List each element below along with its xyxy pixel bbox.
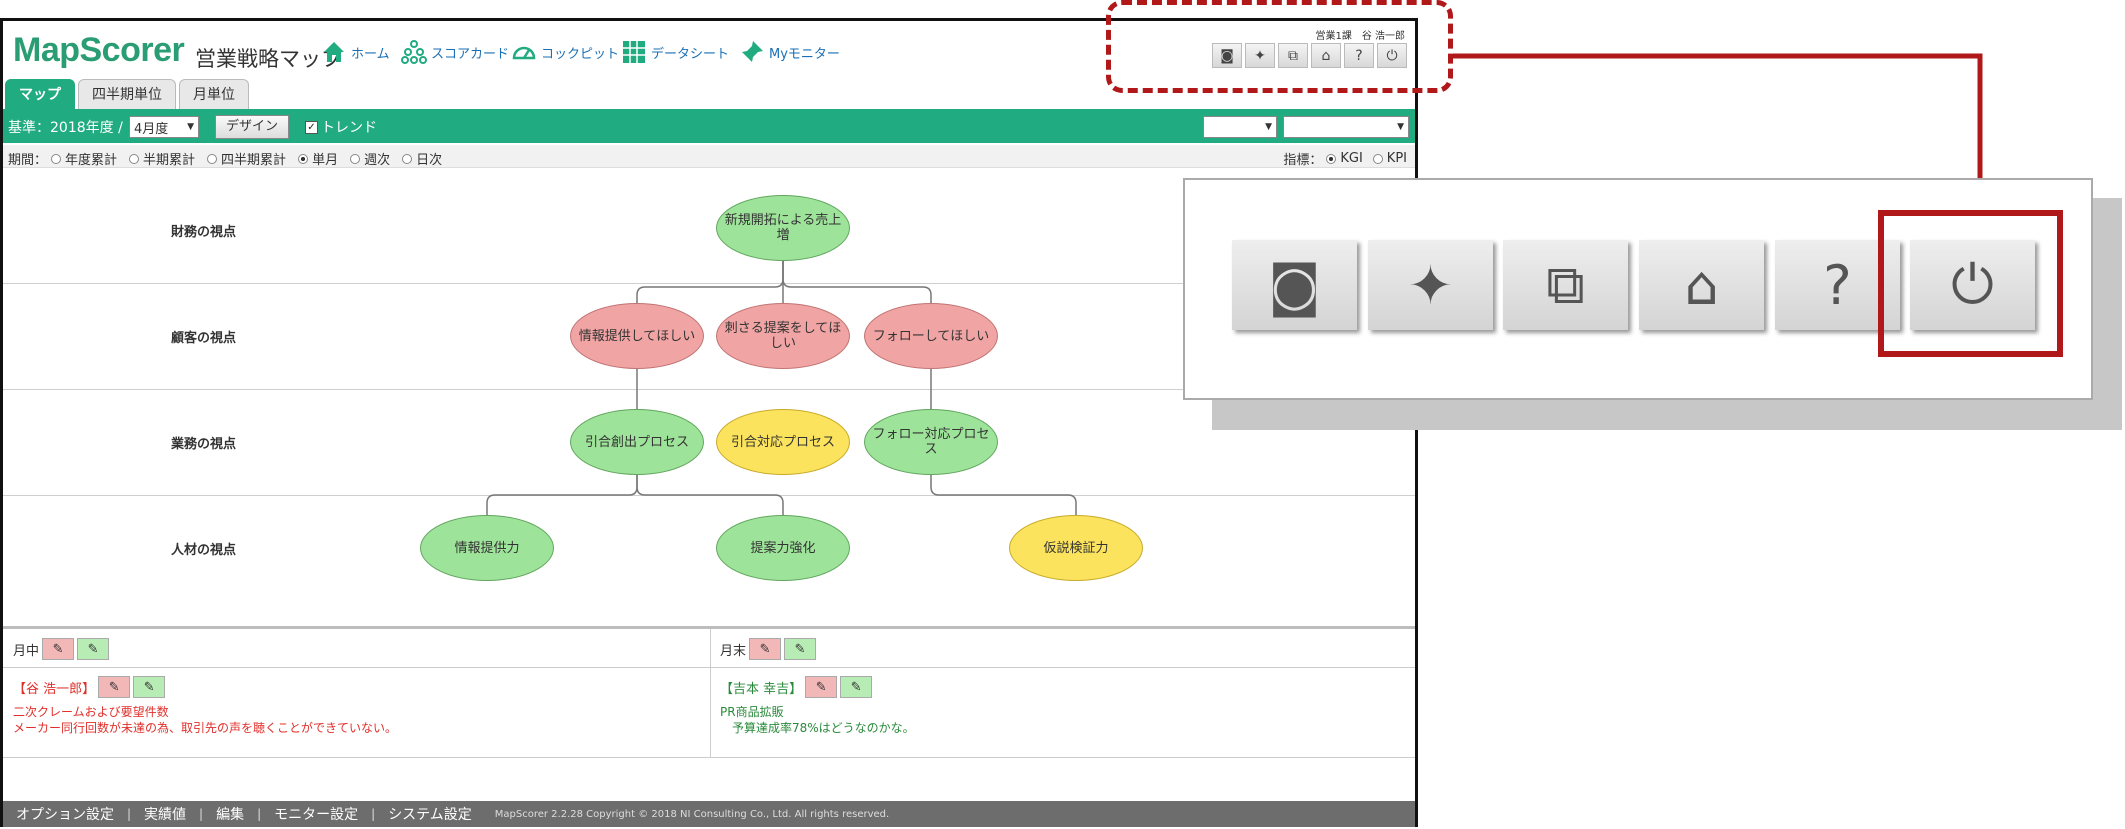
zoom-sparkle-button: ✦ [1368,240,1493,330]
home-icon: ⌂ [1684,253,1719,317]
sparkle-icon: ✦ [1407,253,1454,317]
help-icon: ? [1823,253,1852,317]
camera-icon: ◙ [1268,253,1321,317]
zoom-home-button: ⌂ [1639,240,1764,330]
power-button-highlight [1878,210,2063,357]
zoom-structure-button: ⧉ [1503,240,1628,330]
structure-icon: ⧉ [1546,253,1585,316]
zoom-camera-button: ◙ [1232,240,1357,330]
